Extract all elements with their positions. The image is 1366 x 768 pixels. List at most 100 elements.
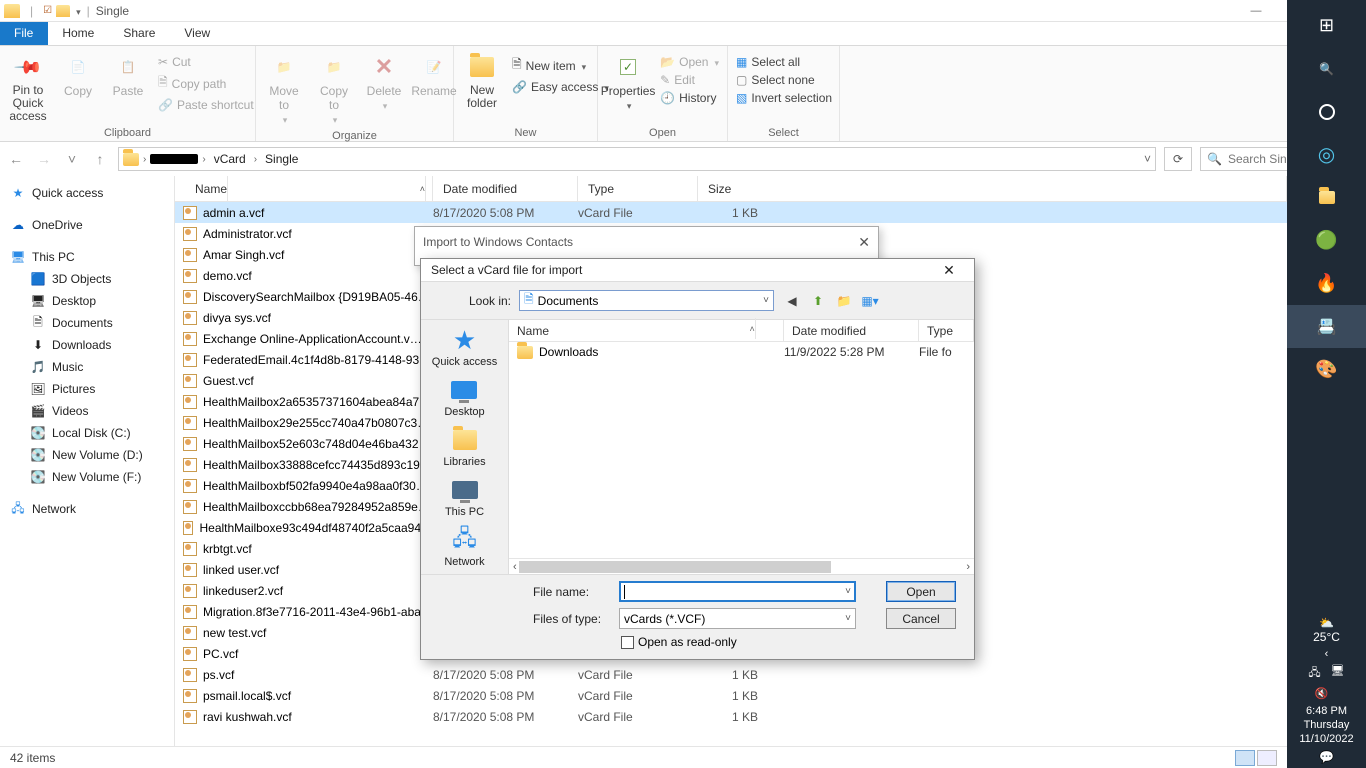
folder-icon[interactable] [56,5,70,17]
sidebar-network[interactable]: 🖧Network [4,498,170,520]
search-button[interactable]: 🔍 [1287,47,1366,90]
cut-button[interactable]: ✂Cut [156,54,256,70]
tray-network-icon[interactable]: 🖧 [1308,664,1320,683]
close-icon[interactable]: ✕ [858,234,870,251]
view-large-button[interactable] [1257,750,1277,766]
horizontal-scrollbar[interactable]: ‹› [509,558,974,574]
taskbar-chrome[interactable]: 🟢 [1287,219,1366,262]
recent-dropdown[interactable]: ˅ [62,149,82,169]
copy-to-button[interactable]: 📁Copy to [312,50,356,128]
file-row[interactable]: admin a.vcf8/17/2020 5:08 PMvCard File1 … [175,202,1287,223]
invert-selection-button[interactable]: ▧Invert selection [734,90,834,106]
rename-button[interactable]: 📝Rename [412,50,456,100]
tab-view[interactable]: View [170,22,225,45]
dlg-col-date[interactable]: Date modified [784,320,919,341]
qat-check-icon[interactable]: ☑ [43,5,52,16]
sidebar-quick-access[interactable]: ★Quick access [4,182,170,204]
open-button[interactable]: Open [886,581,956,602]
place-libraries[interactable]: Libraries [443,426,485,468]
copy-button[interactable]: 📄Copy [56,50,100,100]
crumb-single[interactable]: Single [261,152,302,166]
view-menu-icon[interactable]: ▦▾ [860,291,880,311]
tray-volume-icon[interactable]: 🔇 [1315,687,1329,700]
paste-button[interactable]: 📋Paste [106,50,150,100]
crumb-vcard[interactable]: vCard [210,152,250,166]
up-button[interactable]: ↑ [90,149,110,169]
delete-button[interactable]: ✕Delete [362,50,406,114]
taskbar-explorer[interactable] [1287,176,1366,219]
file-row[interactable]: ravi kushwah.vcf8/17/2020 5:08 PMvCard F… [175,706,1287,727]
column-headers[interactable]: Name˄ Date modified Type Size [175,176,1287,202]
cancel-button[interactable]: Cancel [886,608,956,629]
tab-home[interactable]: Home [48,22,109,45]
lookin-combo[interactable]: 🗎 Documents ˅ [519,290,774,311]
place-quick-access[interactable]: ★Quick access [432,326,497,368]
col-name[interactable]: Name˄ [175,176,433,201]
file-row[interactable]: psmail.local$.vcf8/17/2020 5:08 PMvCard … [175,685,1287,706]
up-nav-icon[interactable]: ⬆ [808,291,828,311]
col-size[interactable]: Size [698,176,1287,201]
sidebar-item[interactable]: 🖼Pictures [4,378,170,400]
taskbar-app[interactable]: 🔥 [1287,262,1366,305]
pin-quick-access-button[interactable]: 📌 Pin to Quick access [6,50,50,125]
sidebar-item[interactable]: 🟦3D Objects [4,268,170,290]
taskbar-contacts[interactable]: 📇 [1287,305,1366,348]
sidebar-item[interactable]: 💽New Volume (D:) [4,444,170,466]
new-folder-button[interactable]: New folder [460,50,504,112]
forward-button[interactable]: → [34,149,54,169]
readonly-checkbox[interactable]: Open as read-only [621,635,737,649]
sidebar-item[interactable]: 🎬Videos [4,400,170,422]
select-all-button[interactable]: ▦Select all [734,54,834,70]
tray-clock[interactable]: 6:48 PM Thursday 11/10/2022 [1299,704,1353,746]
refresh-button[interactable]: ⟳ [1164,147,1192,171]
dlg-col-type[interactable]: Type [919,320,974,341]
sidebar-item[interactable]: 💽New Volume (F:) [4,466,170,488]
tab-file[interactable]: File [0,22,48,45]
taskbar-edge[interactable]: ◎ [1287,133,1366,176]
edit-button[interactable]: ✎Edit [658,72,721,88]
taskbar-paint[interactable]: 🎨 [1287,348,1366,391]
place-desktop[interactable]: Desktop [444,376,484,418]
easy-access-button[interactable]: 🔗Easy access [510,79,611,95]
address-dropdown[interactable]: ˅ [1144,152,1151,166]
breadcrumb-bar[interactable]: › › vCard › Single ˅ [118,147,1156,171]
back-button[interactable]: ← [6,149,26,169]
view-details-button[interactable] [1235,750,1255,766]
cortana-button[interactable] [1287,90,1366,133]
close-button[interactable]: ✕ [934,262,964,279]
history-button[interactable]: 🕘History [658,90,721,106]
sidebar-item[interactable]: 🗎Documents [4,312,170,334]
filetype-combo[interactable]: vCards (*.VCF) ˅ [619,608,856,629]
tray-notifications[interactable]: 💬 [1319,750,1334,764]
new-item-button[interactable]: 🗎New item [510,54,611,77]
tray-weather[interactable]: ⛅25°C [1313,616,1340,644]
col-type[interactable]: Type [578,176,698,201]
paste-shortcut-button[interactable]: 🔗Paste shortcut [156,97,256,113]
place-this-pc[interactable]: This PC [445,476,484,518]
sidebar-item[interactable]: 🎵Music [4,356,170,378]
sidebar-this-pc[interactable]: 🖥This PC [4,246,170,268]
col-date[interactable]: Date modified [433,176,578,201]
sidebar-onedrive[interactable]: ☁OneDrive [4,214,170,236]
sidebar-item[interactable]: 🖥Desktop [4,290,170,312]
minimize-button[interactable]: — [1234,0,1278,22]
tray-monitor-icon[interactable]: 🖥 [1331,664,1345,683]
dlg-file-row[interactable]: Downloads11/9/2022 5:28 PMFile fo [509,342,974,362]
new-folder-icon[interactable]: 📁 [834,291,854,311]
dlg-column-headers[interactable]: Name ˄ Date modified Type [509,320,974,342]
sidebar-item[interactable]: 💽Local Disk (C:) [4,422,170,444]
properties-button[interactable]: ✓Properties [604,50,652,114]
copy-path-button[interactable]: 🗎Copy path [156,72,256,95]
filename-input[interactable]: ˅ [619,581,856,602]
select-none-button[interactable]: ▢Select none [734,72,834,88]
move-to-button[interactable]: 📁Move to [262,50,306,128]
open-button[interactable]: 📂Open [658,54,721,70]
tray-expand[interactable]: ‹ [1325,648,1329,660]
start-button[interactable]: ⊞ [1287,4,1366,47]
sidebar-item[interactable]: ⬇Downloads [4,334,170,356]
back-nav-icon[interactable]: ◀ [782,291,802,311]
file-row[interactable]: ps.vcf8/17/2020 5:08 PMvCard File1 KB [175,664,1287,685]
place-network[interactable]: 🖧Network [444,526,484,568]
tab-share[interactable]: Share [109,22,170,45]
qat-dropdown[interactable] [74,4,81,18]
